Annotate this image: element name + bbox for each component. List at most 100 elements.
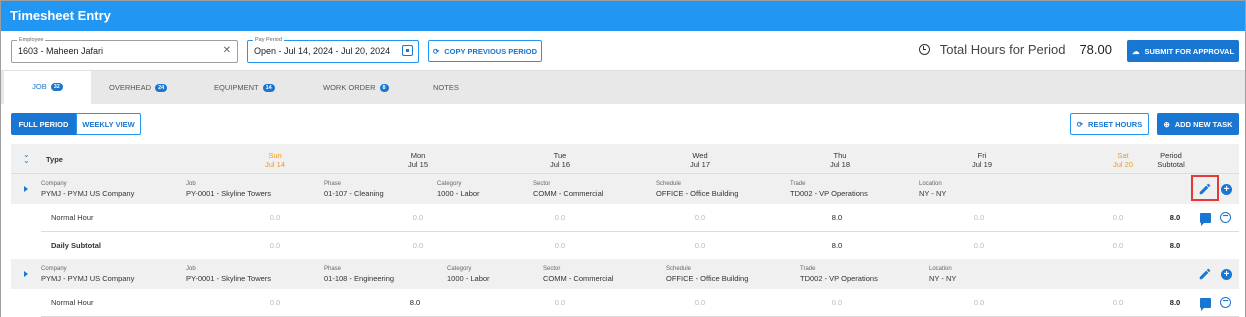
day-header-wed: Wed Jul 17	[689, 151, 711, 169]
task-trade: Trade TD002 - VP Operations	[800, 266, 878, 283]
expand-icon[interactable]	[24, 186, 28, 192]
submit-label: SUBMIT FOR APPROVAL	[1144, 46, 1235, 56]
hour-cell-thu[interactable]: 0.0	[832, 298, 842, 307]
highlight-box	[1191, 175, 1219, 201]
tab-work-order[interactable]: WORK ORDER 8	[323, 71, 389, 104]
task-company: Company PYMJ - PYMJ US Company	[41, 181, 135, 198]
tab-badge: 32	[50, 82, 63, 91]
hour-cell-sun[interactable]: 0.0	[270, 298, 280, 307]
day-header-sun: Sun Jul 14	[264, 151, 286, 169]
tab-label: JOB	[32, 82, 47, 91]
tab-label: WORK ORDER	[323, 83, 376, 92]
normal-hour-row: Normal Hour 0.0 0.0 0.0 0.0 8.0 0.0 0.0 …	[41, 204, 1239, 232]
subtotal-cell-wed: 0.0	[694, 241, 706, 250]
hour-cell-tue[interactable]: 0.0	[555, 298, 565, 307]
edit-icon[interactable]	[1198, 267, 1212, 281]
hour-cell-mon[interactable]: 0.0	[413, 213, 423, 222]
type-header: Type	[46, 155, 63, 164]
day-header-tue: Tue Jul 16	[549, 151, 571, 169]
employee-field[interactable]: Employee 1603 - Maheen Jafari ✕	[11, 36, 238, 63]
daily-subtotal-label: Daily Subtotal	[51, 241, 102, 250]
normal-hour-row: Normal Hour 0.0 8.0 0.0 0.0 0.0 0.0 0.0 …	[41, 289, 1239, 317]
task-trade: Trade TD002 - VP Operations	[790, 181, 868, 198]
hour-cell-wed[interactable]: 0.0	[695, 298, 705, 307]
day-header-mon: Mon Jul 15	[407, 151, 429, 169]
hour-row-total: 8.0	[1169, 298, 1181, 307]
collapse-all-icon[interactable]: ⌄ ⌄	[23, 151, 31, 165]
add-new-task-button[interactable]: ⊕ ADD NEW TASK	[1157, 113, 1239, 135]
task-sector: Sector COMM - Commercial	[533, 181, 604, 198]
subtotal-cell-sat: 0.0	[1112, 241, 1124, 250]
cloud-upload-icon: ☁	[1131, 46, 1140, 56]
employee-label: Employee	[17, 36, 46, 44]
total-hours: Total Hours for Period 78.00	[918, 42, 1112, 57]
subtotal-cell-thu: 8.0	[831, 241, 843, 250]
tab-label: OVERHEAD	[109, 83, 152, 92]
copy-previous-label: COPY PREVIOUS PERIOD	[444, 46, 538, 56]
task-category: Category 1000 - Labor	[437, 181, 480, 198]
day-header-thu: Thu Jul 18	[829, 151, 851, 169]
hour-cell-mon[interactable]: 8.0	[410, 298, 420, 307]
hour-cell-wed[interactable]: 0.0	[695, 213, 705, 222]
tab-badge: 8	[379, 83, 389, 92]
comment-icon[interactable]	[1200, 213, 1211, 226]
hour-cell-thu[interactable]: 8.0	[832, 213, 842, 222]
hour-cell-sun[interactable]: 0.0	[270, 213, 280, 222]
remove-row-icon[interactable]: −	[1220, 212, 1231, 223]
add-row-icon[interactable]: +	[1221, 184, 1232, 195]
task-location: Location NY - NY	[919, 181, 947, 198]
hour-type-label: Normal Hour	[51, 213, 94, 222]
day-header-fri: Fri Jul 19	[971, 151, 993, 169]
task-schedule: Schedule OFFICE - Office Building	[666, 266, 749, 283]
tab-job[interactable]: JOB 32	[4, 71, 91, 104]
total-hours-value: 78.00	[1079, 42, 1112, 57]
task-job: Job PY-0001 - Skyline Towers	[186, 266, 272, 283]
remove-row-icon[interactable]: −	[1220, 297, 1231, 308]
tab-notes[interactable]: NOTES	[433, 71, 459, 104]
subtotal-total: 8.0	[1169, 241, 1181, 250]
clear-icon[interactable]: ✕	[223, 45, 231, 56]
period-subtotal-header: Period Subtotal	[1157, 151, 1185, 169]
task-row: Company PYMJ - PYMJ US Company Job PY-0001…	[11, 174, 1239, 204]
employee-value: 1603 - Maheen Jafari	[18, 46, 104, 56]
task-row: Company PYMJ - PYMJ US Company Job PY-0001…	[11, 259, 1239, 289]
hour-cell-fri[interactable]: 0.0	[974, 298, 984, 307]
task-category: Category 1000 - Labor	[447, 266, 490, 283]
refresh-icon: ⟳	[1076, 119, 1084, 129]
expand-icon[interactable]	[24, 271, 28, 277]
tab-label: EQUIPMENT	[214, 83, 259, 92]
full-period-button[interactable]: FULL PERIOD	[11, 113, 76, 135]
copy-previous-period-button[interactable]: ⟳ COPY PREVIOUS PERIOD	[428, 40, 542, 62]
hour-cell-sat[interactable]: 0.0	[1113, 298, 1123, 307]
hour-cell-tue[interactable]: 0.0	[555, 213, 565, 222]
submit-for-approval-button[interactable]: ☁ SUBMIT FOR APPROVAL	[1127, 40, 1239, 62]
add-row-icon[interactable]: +	[1221, 269, 1232, 280]
weekly-view-button[interactable]: WEEKLY VIEW	[76, 113, 141, 135]
tab-badge: 24	[155, 83, 168, 92]
task-location: Location NY - NY	[929, 266, 957, 283]
tab-overhead[interactable]: OVERHEAD 24	[109, 71, 168, 104]
job-content: FULL PERIOD WEEKLY VIEW ⟳ RESET HOURS ⊕ …	[1, 104, 1245, 317]
calendar-icon[interactable]	[402, 45, 413, 56]
subtotal-cell-mon: 0.0	[412, 241, 424, 250]
tab-equipment[interactable]: EQUIPMENT 14	[214, 71, 275, 104]
reset-hours-button[interactable]: ⟳ RESET HOURS	[1070, 113, 1149, 135]
task-phase: Phase 01-108 - Engineering	[324, 266, 395, 283]
clock-icon	[918, 44, 930, 55]
grid-header: ⌄ ⌄ Type Sun Jul 14 Mon Jul 15 Tue Jul 16 We…	[11, 144, 1239, 174]
task-job: Job PY-0001 - Skyline Towers	[186, 181, 272, 198]
tab-badge: 14	[262, 83, 275, 92]
task-phase: Phase 01-107 - Cleaning	[324, 181, 384, 198]
tab-bar: JOB 32 OVERHEAD 24 EQUIPMENT 14 WORK ORD…	[1, 71, 1245, 104]
hour-cell-fri[interactable]: 0.0	[974, 213, 984, 222]
comment-icon[interactable]	[1200, 298, 1211, 311]
task-company: Company PYMJ - PYMJ US Company	[41, 266, 135, 283]
toolbar: Employee 1603 - Maheen Jafari ✕ Pay Peri…	[1, 31, 1245, 71]
add-circle-icon: ⊕	[1163, 119, 1170, 129]
pay-period-label: Pay Period	[253, 36, 284, 44]
add-new-task-label: ADD NEW TASK	[1174, 119, 1233, 129]
pay-period-value: Open - Jul 14, 2024 - Jul 20, 2024	[254, 46, 391, 56]
hour-type-label: Normal Hour	[51, 298, 94, 307]
pay-period-field[interactable]: Pay Period Open - Jul 14, 2024 - Jul 20,…	[247, 36, 419, 63]
hour-cell-sat[interactable]: 0.0	[1113, 213, 1123, 222]
